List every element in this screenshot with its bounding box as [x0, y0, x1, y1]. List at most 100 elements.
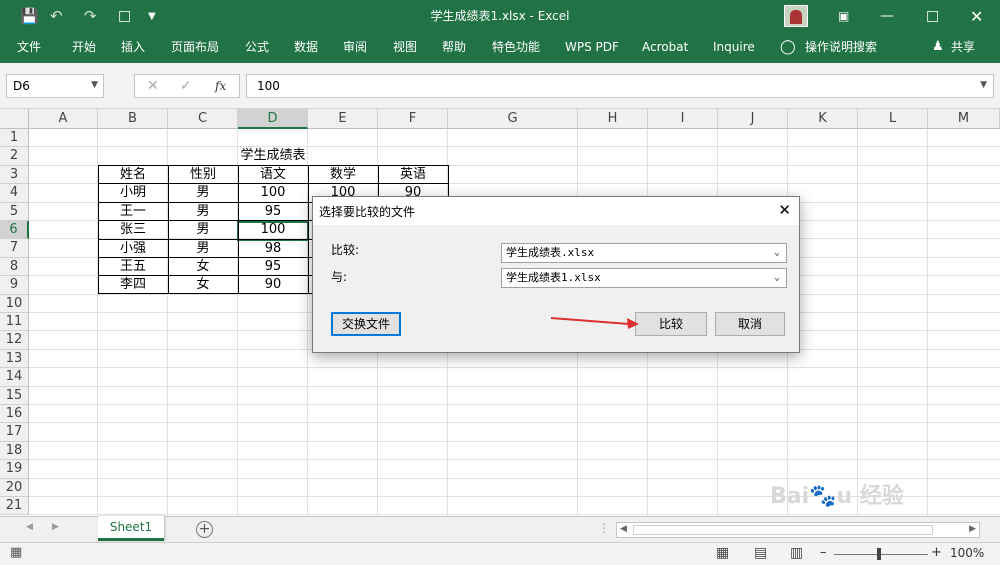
tab-help[interactable]: 帮助 [442, 33, 466, 63]
column-header-j[interactable]: J [718, 109, 788, 129]
new-file-icon[interactable]: □ [118, 0, 131, 33]
page-layout-view-icon[interactable]: ▤ [754, 545, 767, 561]
customize-qat-icon[interactable]: ▼ [148, 0, 156, 33]
share-button[interactable]: 共享 [951, 33, 975, 63]
chevron-down-icon[interactable]: ⌄ [774, 244, 780, 262]
cancel-button[interactable]: 取消 [715, 312, 785, 336]
file2-value: 学生成绩表1.xlsx [506, 271, 601, 284]
file2-select[interactable]: 学生成绩表1.xlsx ⌄ [501, 268, 787, 288]
row-header-19[interactable]: 19 [0, 460, 29, 479]
row-header-6[interactable]: 6 [0, 221, 29, 240]
horizontal-scrollbar[interactable]: ◀ ▶ [616, 522, 980, 538]
sheet-tab-sheet1[interactable]: Sheet1 [98, 516, 164, 541]
row-header-16[interactable]: 16 [0, 405, 29, 424]
macro-record-icon[interactable]: ▦ [10, 545, 22, 560]
confirm-entry-icon[interactable]: ✓ [180, 78, 192, 94]
tab-home[interactable]: 开始 [72, 33, 96, 63]
column-header-m[interactable]: M [928, 109, 1000, 129]
zoom-slider-thumb[interactable] [877, 548, 881, 560]
tab-view[interactable]: 视图 [393, 33, 417, 63]
row-header-12[interactable]: 12 [0, 331, 29, 350]
column-header-l[interactable]: L [858, 109, 928, 129]
column-header-d[interactable]: D [238, 109, 308, 129]
tab-acrobat[interactable]: Acrobat [642, 33, 688, 63]
ribbon-display-options-icon[interactable]: ▣ [838, 0, 849, 33]
tab-formulas[interactable]: 公式 [245, 33, 269, 63]
column-header-e[interactable]: E [308, 109, 378, 129]
normal-view-icon[interactable]: ▦ [716, 545, 729, 561]
scrollbar-thumb[interactable] [633, 525, 933, 535]
column-header-b[interactable]: B [98, 109, 168, 129]
redo-icon[interactable]: ↷ [84, 0, 97, 33]
column-header-a[interactable]: A [29, 109, 98, 129]
compare-label: 比较: [331, 243, 360, 257]
tab-insert[interactable]: 插入 [121, 33, 145, 63]
row-header-15[interactable]: 15 [0, 386, 29, 405]
row-header-3[interactable]: 3 [0, 165, 29, 185]
save-icon[interactable]: 💾 [20, 0, 39, 33]
column-header-g[interactable]: G [448, 109, 578, 129]
name-box[interactable]: D6 ▼ [6, 74, 104, 98]
tab-file[interactable]: 文件 [17, 33, 41, 63]
tab-page-layout[interactable]: 页面布局 [171, 33, 219, 63]
scroll-tabs-right-icon[interactable]: ▶ [52, 522, 59, 532]
row-header-4[interactable]: 4 [0, 184, 29, 203]
expand-formula-bar-icon[interactable]: ▼ [980, 80, 987, 90]
column-header-i[interactable]: I [648, 109, 718, 129]
chevron-down-icon[interactable]: ⌄ [774, 269, 780, 287]
chevron-down-icon[interactable]: ▼ [91, 80, 98, 90]
maximize-icon[interactable]: □ [926, 0, 939, 33]
cancel-entry-icon[interactable]: ✕ [147, 78, 159, 94]
compare-button[interactable]: 比较 [635, 312, 707, 336]
tab-special-features[interactable]: 特色功能 [492, 33, 540, 63]
file1-select[interactable]: 学生成绩表.xlsx ⌄ [501, 243, 787, 263]
row-header-17[interactable]: 17 [0, 423, 29, 442]
zoom-slider[interactable] [834, 554, 928, 555]
scroll-right-icon[interactable]: ▶ [969, 524, 976, 534]
dialog-close-icon[interactable]: ✕ [778, 201, 791, 219]
add-sheet-icon[interactable]: + [196, 521, 213, 538]
close-window-icon[interactable]: ✕ [970, 0, 983, 33]
cell-name: 小强 [119, 240, 146, 256]
row-header-1[interactable]: 1 [0, 129, 29, 148]
page-break-view-icon[interactable]: ▥ [790, 545, 803, 561]
cell-chinese: 95 [264, 259, 282, 274]
row-header-9[interactable]: 9 [0, 276, 29, 295]
row-header-10[interactable]: 10 [0, 294, 29, 313]
row-header-21[interactable]: 21 [0, 497, 29, 516]
zoom-in-icon[interactable]: + [931, 545, 942, 560]
row-header-11[interactable]: 11 [0, 313, 29, 332]
cell-gender: 男 [196, 203, 210, 219]
table-title: 学生成绩表 [240, 148, 306, 163]
scroll-left-icon[interactable]: ◀ [620, 524, 627, 534]
scroll-tabs-left-icon[interactable]: ◀ [26, 522, 33, 532]
row-header-5[interactable]: 5 [0, 202, 29, 221]
row-header-18[interactable]: 18 [0, 441, 29, 461]
tab-inquire[interactable]: Inquire [713, 33, 755, 63]
row-header-8[interactable]: 8 [0, 257, 29, 277]
tab-split-handle[interactable]: ⋮ [598, 521, 610, 535]
column-header-c[interactable]: C [168, 109, 238, 129]
column-header-k[interactable]: K [788, 109, 858, 129]
undo-icon[interactable]: ↶ [50, 0, 63, 33]
row-header-2[interactable]: 2 [0, 147, 29, 166]
tab-review[interactable]: 审阅 [343, 33, 367, 63]
tell-me-search[interactable]: 操作说明搜索 [805, 33, 877, 63]
insert-function-icon[interactable]: fx [215, 79, 226, 93]
select-all-corner[interactable] [0, 109, 29, 129]
column-header-f[interactable]: F [378, 109, 448, 129]
row-header-13[interactable]: 13 [0, 349, 29, 369]
row-header-14[interactable]: 14 [0, 368, 29, 387]
user-avatar[interactable] [784, 5, 808, 27]
tab-data[interactable]: 数据 [294, 33, 318, 63]
swap-files-button[interactable]: 交换文件 [331, 312, 401, 336]
tab-wps-pdf[interactable]: WPS PDF [565, 33, 619, 63]
zoom-out-icon[interactable]: – [820, 545, 827, 560]
minimize-icon[interactable]: — [880, 0, 894, 33]
row-header-7[interactable]: 7 [0, 239, 29, 258]
zoom-level[interactable]: 100% [950, 546, 984, 560]
row-header-20[interactable]: 20 [0, 478, 29, 497]
gridline-row [29, 422, 1000, 424]
column-header-h[interactable]: H [578, 109, 648, 129]
formula-input[interactable]: 100 ▼ [246, 74, 994, 98]
